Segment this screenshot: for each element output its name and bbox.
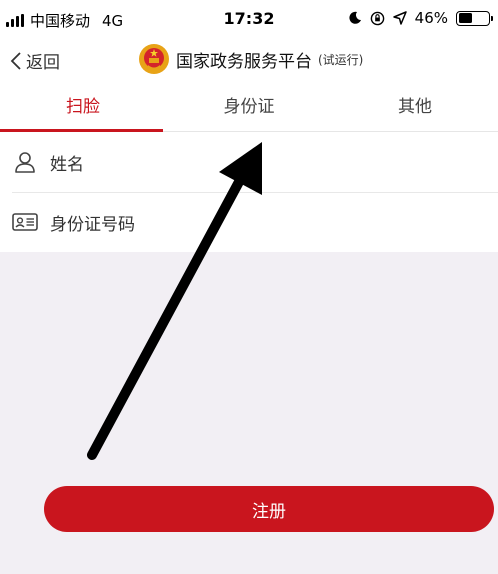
page-title: 国家政务服务平台 (试运行): [138, 43, 363, 75]
name-placeholder: 姓名: [50, 154, 84, 175]
chevron-left-icon: [10, 51, 21, 70]
national-emblem-icon: [139, 44, 169, 74]
tab-bar: 扫脸 身份证 其他: [0, 82, 498, 132]
name-field[interactable]: 姓名: [0, 132, 498, 192]
register-button[interactable]: 注册: [44, 486, 494, 532]
title-text: 国家政务服务平台: [176, 51, 312, 72]
register-label: 注册: [252, 501, 286, 522]
battery-percent: 46%: [414, 9, 448, 27]
status-bar: 中国移动 4G 17:32 46%: [0, 0, 498, 38]
rotation-lock-icon: [370, 11, 384, 25]
register-form: 姓名 身份证号码: [0, 132, 498, 252]
nav-bar: 返回 国家政务服务平台 (试运行): [0, 38, 498, 82]
person-icon: [12, 149, 38, 175]
tab-label: 身份证: [223, 97, 275, 117]
back-button[interactable]: 返回: [10, 48, 60, 73]
id-number-placeholder: 身份证号码: [50, 214, 135, 235]
status-right: 46%: [348, 9, 493, 27]
id-card-icon: [12, 209, 38, 235]
back-label: 返回: [26, 53, 60, 73]
tab-other[interactable]: 其他: [332, 82, 498, 131]
moon-icon: [349, 11, 361, 24]
id-number-field[interactable]: 身份证号码: [0, 192, 498, 252]
tab-id-card[interactable]: 身份证: [166, 82, 332, 131]
tab-label: 其他: [398, 97, 432, 117]
location-icon: [392, 11, 407, 25]
tab-label: 扫脸: [66, 97, 100, 117]
battery-icon: [456, 10, 493, 26]
tab-face-scan[interactable]: 扫脸: [0, 82, 166, 132]
title-suffix: (试运行): [318, 52, 364, 67]
